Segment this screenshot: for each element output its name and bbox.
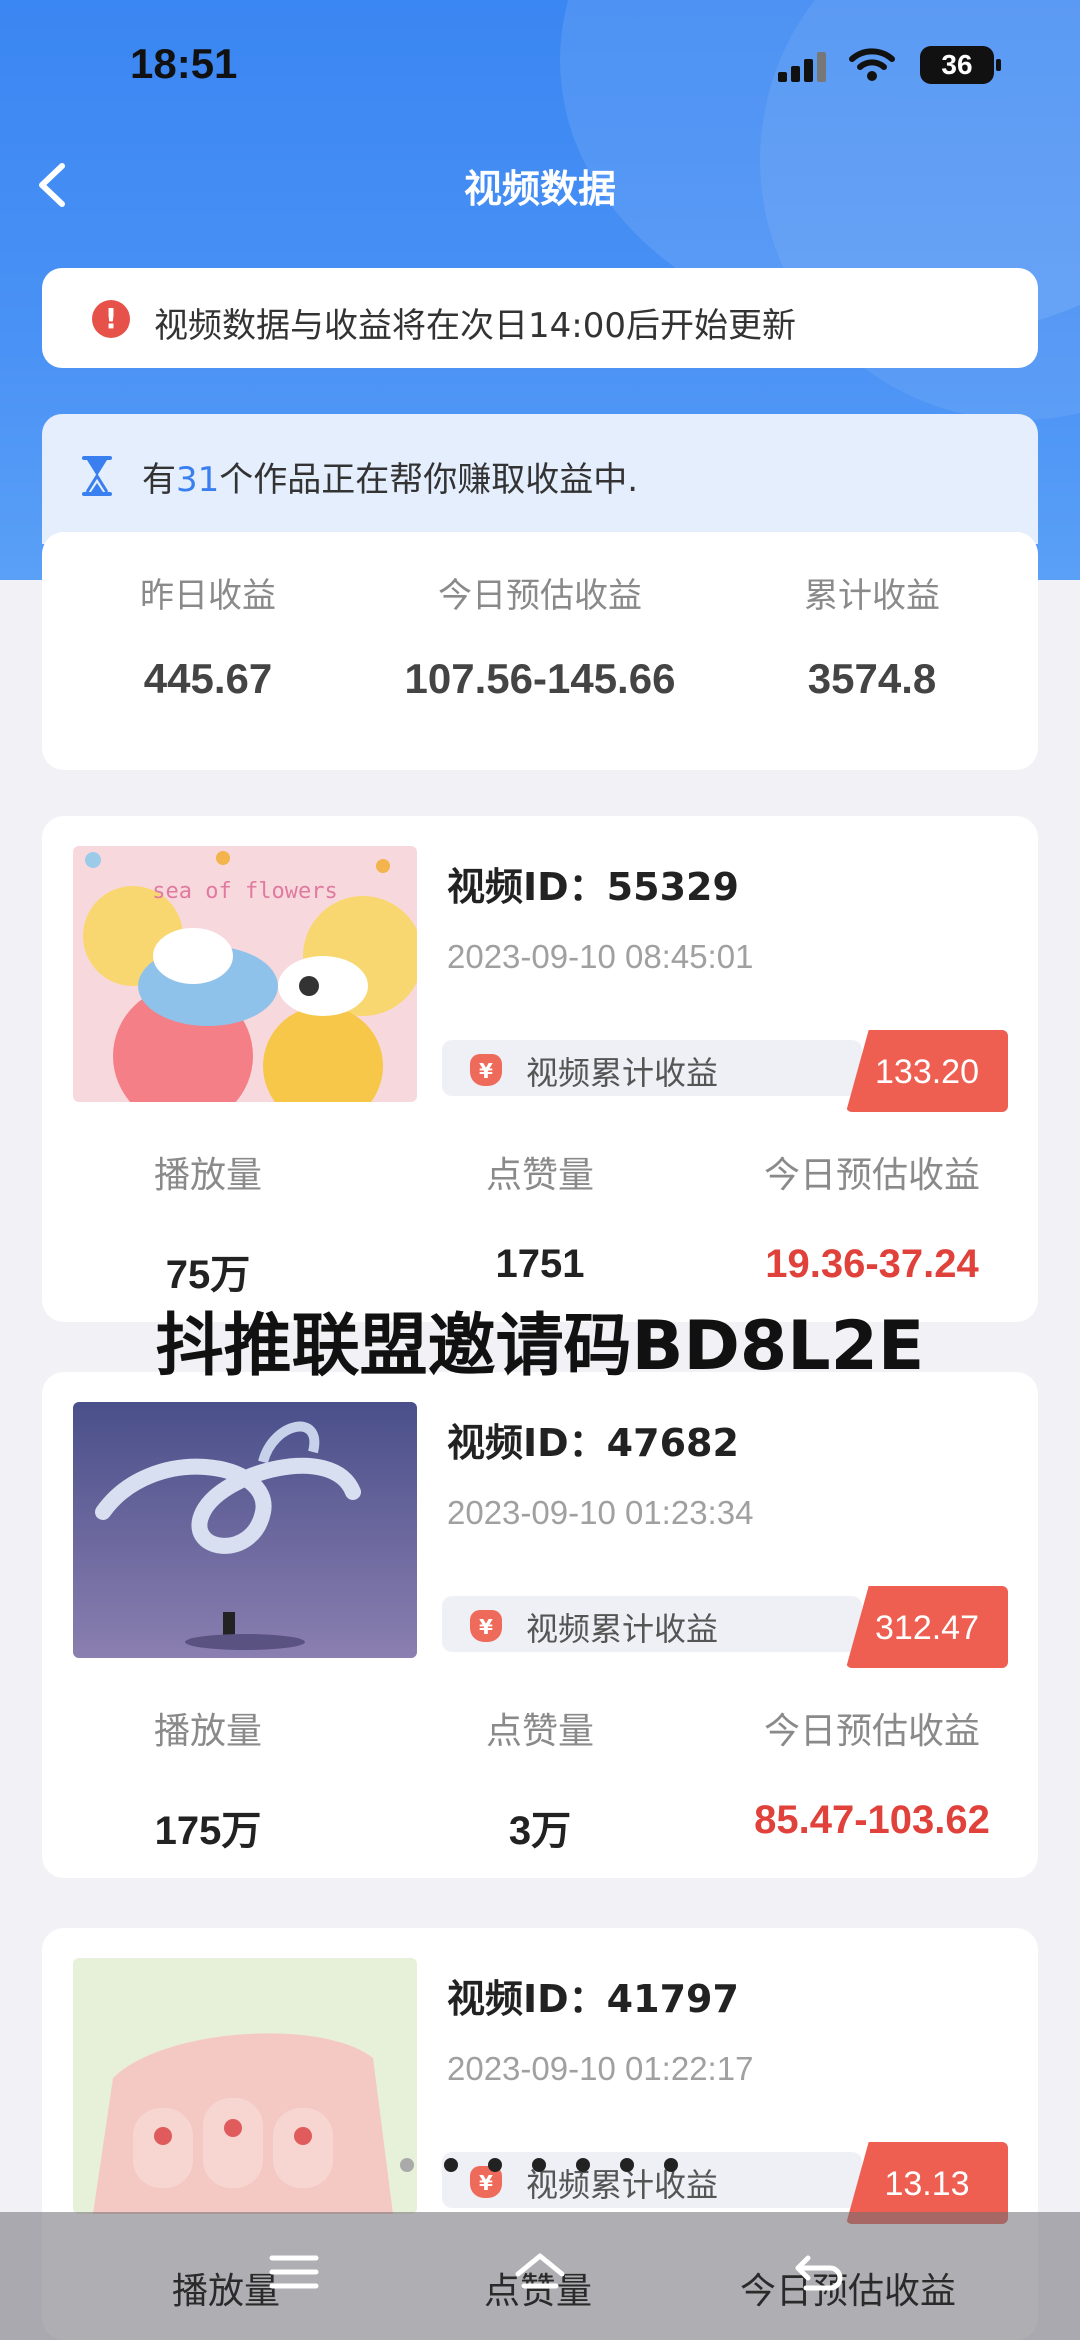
- stat-total: 累计收益 3574.8: [804, 576, 940, 702]
- video-earnings-label: 视频累计收益: [526, 1054, 719, 1092]
- stat-today-estimate: 今日预估收益 107.56-145.66: [404, 576, 676, 702]
- video-date: 2023-09-10 08:45:01: [447, 938, 754, 975]
- video-earnings-amount: 133.20: [846, 1030, 1008, 1112]
- video-estimate: 今日预估收益 19.36-37.24: [763, 1155, 980, 1286]
- earning-banner: 有31个作品正在帮你赚取收益中.: [42, 414, 1038, 544]
- video-card[interactable]: sea of flowers 视频ID：55329 2023-09-10 08:…: [42, 816, 1038, 1322]
- page-title: 视频数据: [463, 167, 616, 211]
- page-indicator: [400, 2158, 690, 2182]
- return-icon[interactable]: [786, 2244, 850, 2300]
- video-earnings-label: 视频累计收益: [526, 1610, 719, 1648]
- money-bag-icon: ¥: [470, 1610, 502, 1642]
- invite-code-overlay: 抖推联盟邀请码BD8L2E: [155, 1307, 925, 1386]
- signal-icon: [778, 52, 826, 82]
- alert-circle-icon: !: [92, 300, 130, 338]
- update-notice: ! 视频数据与收益将在次日14:00后开始更新: [42, 268, 1038, 368]
- video-estimate: 今日预估收益 85.47-103.62: [754, 1711, 990, 1842]
- video-plays: 播放量 75万: [153, 1155, 262, 1297]
- video-id: 视频ID：55329: [447, 865, 739, 909]
- battery-icon: 36: [920, 46, 1002, 84]
- video-id: 视频ID：47682: [447, 1421, 739, 1465]
- video-id: 视频ID：41797: [447, 1977, 739, 2021]
- video-plays: 播放量 175万: [153, 1711, 262, 1853]
- menu-icon[interactable]: [262, 2244, 326, 2300]
- stat-yesterday: 昨日收益 445.67: [140, 576, 276, 702]
- status-time: 18:51: [130, 40, 238, 87]
- thumbnail-caption: sea of flowers: [152, 879, 337, 904]
- battery-level: 36: [920, 46, 994, 84]
- video-data-screen: 18:51 36 视频数据 ! 视频数据与收益将在次日14:00后开始更新 有3…: [0, 0, 1080, 2340]
- earnings-summary-card: 有31个作品正在帮你赚取收益中. 昨日收益 445.67 今日预估收益 107.…: [42, 414, 1038, 770]
- nav-bar: 视频数据: [0, 130, 1080, 240]
- video-thumbnail[interactable]: sea of flowers: [73, 846, 417, 1102]
- video-earnings-amount: 312.47: [846, 1586, 1008, 1668]
- video-thumbnail[interactable]: [73, 1402, 417, 1658]
- earning-works-count: 31: [176, 460, 220, 500]
- video-earnings-bar: ¥ 视频累计收益 312.47: [442, 1586, 1008, 1668]
- video-likes: 点赞量 1751: [485, 1155, 594, 1286]
- video-earnings-bar: ¥ 视频累计收益 133.20: [442, 1030, 1008, 1112]
- earnings-stats: 昨日收益 445.67 今日预估收益 107.56-145.66 累计收益 35…: [42, 532, 1038, 770]
- hourglass-icon: [82, 456, 112, 496]
- wifi-icon: [849, 48, 895, 81]
- money-bag-icon: ¥: [470, 1054, 502, 1086]
- video-date: 2023-09-10 01:23:34: [447, 1494, 754, 1531]
- earning-works-text: 有31个作品正在帮你赚取收益中.: [142, 460, 639, 500]
- notice-text: 视频数据与收益将在次日14:00后开始更新: [154, 306, 796, 346]
- video-date: 2023-09-10 01:22:17: [447, 2050, 754, 2087]
- video-thumbnail[interactable]: [73, 1958, 417, 2214]
- video-card[interactable]: 视频ID：47682 2023-09-10 01:23:34 ¥ 视频累计收益 …: [42, 1372, 1038, 1878]
- status-bar: 18:51 36: [0, 0, 1080, 130]
- home-icon[interactable]: [508, 2244, 572, 2300]
- video-likes: 点赞量 3万: [485, 1711, 594, 1853]
